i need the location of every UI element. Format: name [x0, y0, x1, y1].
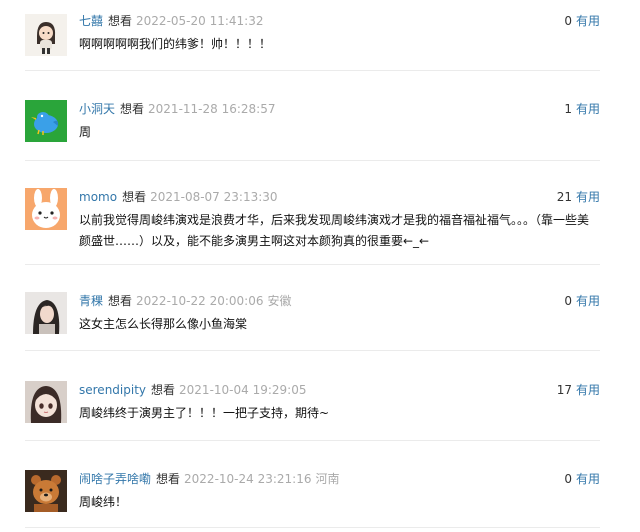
- vote-area: 0 有用: [564, 292, 600, 310]
- comment-status: 想看: [108, 294, 133, 308]
- divider: [25, 440, 600, 441]
- vote-area: 0 有用: [564, 12, 600, 30]
- comment-username[interactable]: 闹啥子弄啥嘞: [79, 472, 151, 486]
- comment-list: 七囍 想看 2022-05-20 11:41:32 0 有用 啊啊啊啊啊我们的纬爹！帅…: [0, 0, 640, 532]
- vote-area: 1 有用: [564, 100, 600, 118]
- comment-username[interactable]: 青稞: [79, 294, 103, 308]
- comment-status: 想看: [151, 383, 176, 397]
- comment-header: 青稞 想看 2022-10-22 20:00:06 安徽: [79, 292, 600, 310]
- comment-status: 想看: [156, 472, 181, 486]
- comment-location: 河南: [315, 472, 340, 486]
- comment-text: 周峻纬终于演男主了！！！一把子支持，期待~: [79, 406, 330, 420]
- comment-header: serendipity 想看 2021-10-04 19:29:05: [79, 381, 600, 399]
- comment-text: 这女主怎么长得那么像小鱼海棠: [79, 317, 248, 331]
- divider: [25, 264, 600, 265]
- comment-header: 七囍 想看 2022-05-20 11:41:32: [79, 12, 600, 30]
- useful-button[interactable]: 有用: [576, 294, 600, 308]
- divider: [25, 160, 600, 161]
- anime-girl-avatar-icon[interactable]: [25, 381, 67, 423]
- portrait-avatar-icon[interactable]: [25, 292, 67, 334]
- comment-text: 周峻纬！: [79, 495, 128, 509]
- comment-header: momo 想看 2021-08-07 23:13:30: [79, 188, 600, 206]
- comment-status: 想看: [122, 190, 147, 204]
- comment-username[interactable]: 小洞天: [79, 102, 115, 116]
- bear-avatar-icon[interactable]: [25, 470, 67, 512]
- comment-status: 想看: [120, 102, 145, 116]
- vote-area: 0 有用: [564, 470, 600, 488]
- divider: [25, 70, 600, 71]
- comment-time[interactable]: 2021-10-04 19:29:05: [179, 383, 306, 397]
- comment-text: 以前我觉得周峻纬演戏是浪费才华，后来我发现周峻纬演戏才是我的福音福祉福气。。。（…: [79, 213, 590, 248]
- divider: [25, 527, 600, 528]
- useful-button[interactable]: 有用: [576, 14, 600, 28]
- vote-count: 1: [564, 102, 572, 116]
- girl-cartoon-avatar-icon[interactable]: [25, 14, 67, 56]
- comment-time[interactable]: 2022-05-20 11:41:32: [136, 14, 263, 28]
- blue-bird-avatar-icon[interactable]: [25, 100, 67, 142]
- useful-button[interactable]: 有用: [576, 102, 600, 116]
- vote-count: 21: [556, 190, 572, 204]
- comment-header: 小洞天 想看 2021-11-28 16:28:57: [79, 100, 600, 118]
- comment-time[interactable]: 2022-10-24 23:21:16: [184, 472, 311, 486]
- vote-area: 17 有用: [557, 381, 600, 399]
- bunny-avatar-icon[interactable]: [25, 188, 67, 230]
- vote-count: 0: [564, 14, 572, 28]
- useful-button[interactable]: 有用: [576, 472, 600, 486]
- comment-time[interactable]: 2021-11-28 16:28:57: [148, 102, 275, 116]
- comment-text: 啊啊啊啊啊我们的纬爹！帅！！！！: [79, 37, 272, 51]
- divider: [25, 350, 600, 351]
- comment-username[interactable]: 七囍: [79, 14, 103, 28]
- vote-count: 0: [564, 472, 572, 486]
- comment-status: 想看: [108, 14, 133, 28]
- useful-button[interactable]: 有用: [576, 190, 600, 204]
- vote-area: 21 有用: [557, 188, 600, 206]
- comment-time[interactable]: 2022-10-22 20:00:06: [136, 294, 263, 308]
- vote-count: 0: [564, 294, 572, 308]
- comment-username[interactable]: momo: [79, 190, 117, 204]
- comment-time[interactable]: 2021-08-07 23:13:30: [150, 190, 277, 204]
- comment-header: 闹啥子弄啥嘞 想看 2022-10-24 23:21:16 河南: [79, 470, 600, 488]
- comment-location: 安徽: [267, 294, 292, 308]
- comment-username[interactable]: serendipity: [79, 383, 146, 397]
- useful-button[interactable]: 有用: [576, 383, 600, 397]
- comment-text: 周: [79, 125, 92, 139]
- vote-count: 17: [556, 383, 572, 397]
